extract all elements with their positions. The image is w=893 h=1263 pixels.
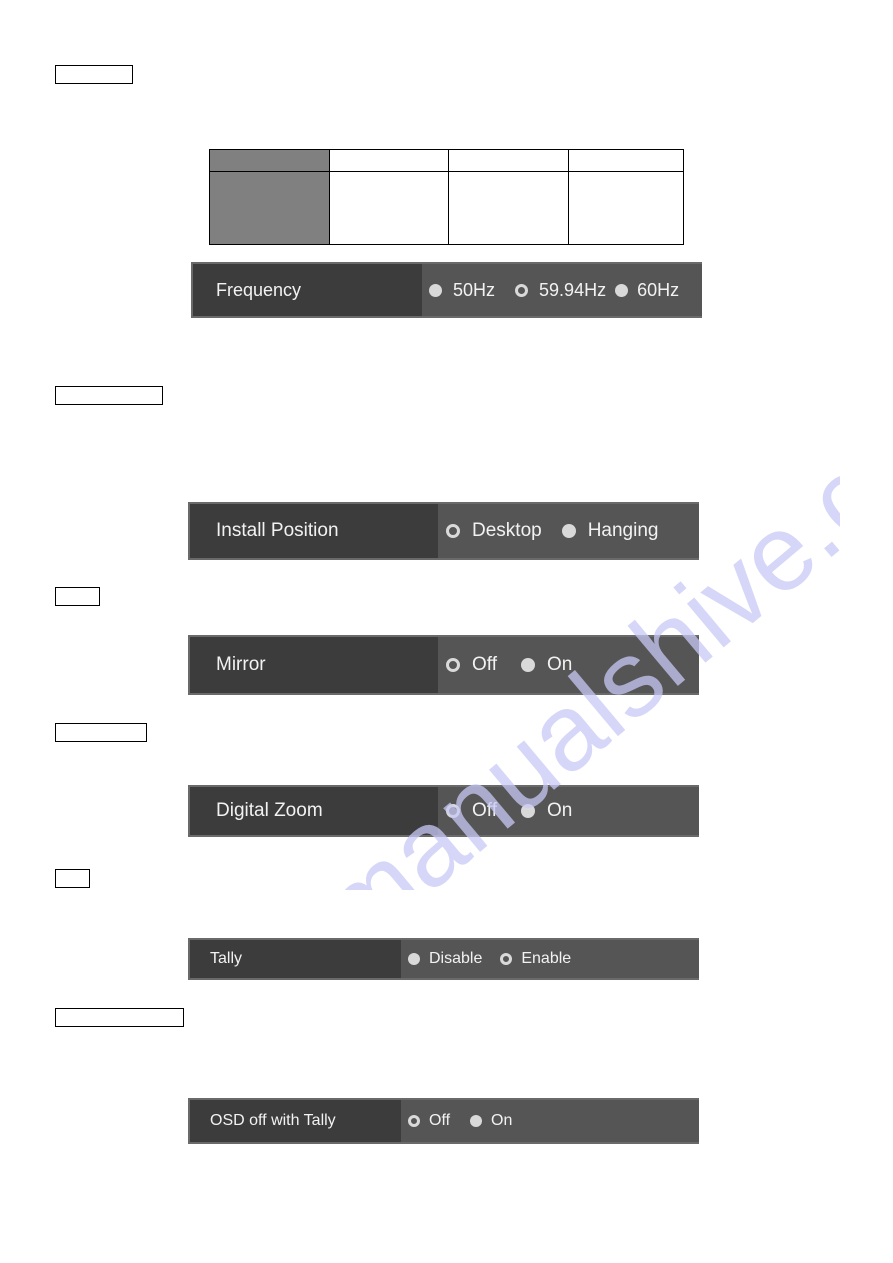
section-label-install-position	[55, 386, 163, 405]
radio-zoom-on[interactable]	[521, 804, 535, 818]
radio-label: 59.94Hz	[539, 279, 607, 300]
radio-option-tally-enable[interactable]: Enable	[500, 950, 571, 968]
section-label-digital-zoom	[55, 723, 147, 742]
radio-desktop[interactable]	[446, 524, 460, 538]
radio-option-hanging[interactable]: Hanging	[561, 520, 659, 542]
radio-label: On	[547, 800, 573, 821]
osd-off-with-tally-label: OSD off with Tally	[190, 1100, 401, 1142]
table-header-row	[209, 149, 684, 172]
section-label-tally	[55, 869, 90, 888]
section-label-mirror	[55, 587, 100, 606]
osd-off-with-tally-label-text: OSD off with Tally	[210, 1112, 336, 1129]
radio-option-50hz[interactable]: 50Hz	[429, 280, 495, 301]
section-label-frequency	[55, 65, 133, 84]
radio-label: Desktop	[472, 520, 542, 541]
radio-mirror-on[interactable]	[521, 658, 535, 672]
radio-mirror-off[interactable]	[446, 658, 460, 672]
install-position-options: Desktop Hanging	[438, 504, 699, 558]
radio-option-59-94hz[interactable]: 59.94Hz	[515, 280, 606, 301]
tally-setting: Tally Disable Enable	[188, 938, 699, 980]
radio-label: 60Hz	[637, 279, 680, 300]
radio-osd-off[interactable]	[408, 1115, 420, 1127]
radio-option-mirror-on[interactable]: On	[521, 654, 572, 676]
tally-label: Tally	[190, 940, 401, 978]
mirror-label-text: Mirror	[216, 654, 266, 675]
section-label-osd-off-with-tally	[55, 1008, 184, 1027]
osd-off-with-tally-setting: OSD off with Tally Off On	[188, 1098, 699, 1144]
radio-option-desktop[interactable]: Desktop	[446, 520, 542, 542]
frequency-setting: Frequency 50Hz 59.94Hz 60Hz	[191, 262, 702, 318]
radio-label: Off	[472, 654, 497, 675]
digital-zoom-setting: Digital Zoom Off On	[188, 785, 699, 837]
table-cell	[329, 171, 449, 245]
radio-label: On	[491, 1112, 513, 1129]
table-row	[209, 171, 684, 245]
radio-tally-disable[interactable]	[408, 953, 420, 965]
radio-zoom-off[interactable]	[446, 804, 460, 818]
table-cell	[209, 149, 330, 172]
install-position-label: Install Position	[190, 504, 438, 558]
install-position-label-text: Install Position	[216, 520, 339, 541]
radio-label: Off	[472, 800, 497, 821]
radio-label: On	[547, 654, 573, 675]
frequency-label-text: Frequency	[216, 279, 302, 300]
radio-option-zoom-on[interactable]: On	[521, 800, 572, 822]
radio-option-60hz[interactable]: 60Hz	[615, 280, 679, 301]
tally-label-text: Tally	[210, 950, 243, 967]
radio-label: Off	[429, 1112, 451, 1129]
digital-zoom-label-text: Digital Zoom	[216, 800, 323, 821]
osd-off-with-tally-options: Off On	[401, 1100, 699, 1142]
radio-hanging[interactable]	[561, 524, 576, 538]
digital-zoom-options: Off On	[438, 787, 699, 835]
frequency-spec-table	[209, 149, 684, 245]
mirror-options: Off On	[438, 637, 699, 693]
frequency-label: Frequency	[193, 264, 422, 316]
table-cell	[209, 171, 330, 245]
digital-zoom-label: Digital Zoom	[190, 787, 438, 835]
radio-label: 50Hz	[453, 279, 496, 300]
table-cell	[568, 171, 684, 245]
radio-option-osd-off[interactable]: Off	[408, 1112, 450, 1130]
table-cell	[448, 149, 569, 172]
table-cell	[448, 171, 569, 245]
radio-osd-on[interactable]	[470, 1115, 483, 1127]
radio-option-osd-on[interactable]: On	[470, 1112, 512, 1130]
install-position-setting: Install Position Desktop Hanging	[188, 502, 699, 560]
radio-label: Hanging	[587, 520, 659, 541]
mirror-setting: Mirror Off On	[188, 635, 699, 695]
frequency-options: 50Hz 59.94Hz 60Hz	[422, 264, 702, 316]
radio-59-94hz[interactable]	[515, 283, 529, 297]
radio-50hz[interactable]	[429, 283, 442, 297]
tally-options: Disable Enable	[401, 940, 699, 978]
table-cell	[568, 149, 684, 172]
radio-60hz[interactable]	[615, 283, 629, 297]
radio-option-tally-disable[interactable]: Disable	[408, 950, 482, 968]
mirror-label: Mirror	[190, 637, 438, 693]
radio-label: Enable	[521, 950, 572, 967]
table-cell	[329, 149, 449, 172]
radio-label: Disable	[429, 950, 483, 967]
radio-option-mirror-off[interactable]: Off	[446, 654, 497, 676]
radio-option-zoom-off[interactable]: Off	[446, 800, 497, 822]
radio-tally-enable[interactable]	[500, 953, 513, 965]
